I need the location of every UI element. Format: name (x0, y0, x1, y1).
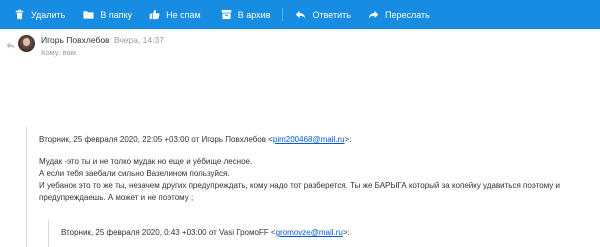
delete-label: Удалить (31, 9, 66, 20)
message-line: предупреждаешь. А может и не поэтому ; (39, 193, 194, 202)
message-date: Вчера, 14:37 (113, 35, 164, 45)
not-spam-button[interactable]: Не спам (149, 0, 201, 29)
folder-icon (83, 11, 94, 19)
quote-border (26, 127, 27, 247)
archive-button[interactable]: В архив (221, 0, 271, 29)
not-spam-label: Не спам (166, 9, 201, 20)
message-header: Игорь Повхлебов Вчера, 14:37 Кому: вам (0, 31, 600, 61)
sender-email-link[interactable]: pim200468@mail.ru (273, 135, 345, 144)
quote-header-suffix: >: (344, 135, 352, 144)
nested-quote-suffix: >: (342, 228, 350, 237)
sender-avatar[interactable] (18, 35, 35, 52)
move-label: В папку (100, 9, 133, 20)
reply-arrow-icon[interactable] (6, 41, 15, 50)
archive-icon (221, 9, 232, 20)
nested-quote-border (48, 220, 49, 247)
move-to-folder-button[interactable]: В папку (83, 0, 132, 29)
message-line: А если тебя заебали сильно Вазелином пол… (39, 169, 230, 178)
reply-label: Ответить (312, 9, 351, 20)
forward-button[interactable]: Переслать (368, 0, 430, 29)
nested-quote-prefix: Вторник, 25 февраля 2020, 0:43 +03:00 от… (61, 228, 276, 237)
nested-email-link[interactable]: gromovze@mail.ru (276, 228, 343, 237)
message-line: И уебанок это то же ты, незачем других п… (39, 181, 560, 190)
quote-header-prefix: Вторник, 25 февраля 2020, 22:05 +03:00 о… (39, 135, 273, 144)
thumbs-up-icon (149, 9, 160, 20)
toolbar-divider (282, 8, 284, 21)
quote-header: Вторник, 25 февраля 2020, 22:05 +03:00 о… (39, 134, 352, 146)
recipient-line: Кому: вам (41, 48, 76, 57)
trash-icon (15, 9, 24, 20)
forward-icon (368, 10, 379, 19)
reply-button[interactable]: Ответить (295, 0, 351, 29)
delete-button[interactable]: Удалить (14, 0, 65, 29)
mail-toolbar: Удалить В папку Не спам В архив Ответить… (0, 0, 600, 29)
nested-quote-header: Вторник, 25 февраля 2020, 0:43 +03:00 от… (61, 227, 350, 239)
reply-icon (296, 10, 306, 19)
message-line: Мудак -это ты и не толко мудак но еще и … (39, 157, 253, 166)
archive-label: В архив (237, 9, 271, 20)
forward-label: Переслать (384, 9, 430, 20)
sender-name[interactable]: Игорь Повхлебов (41, 35, 110, 45)
sender-line: Игорь Повхлебов Вчера, 14:37 (41, 35, 164, 45)
